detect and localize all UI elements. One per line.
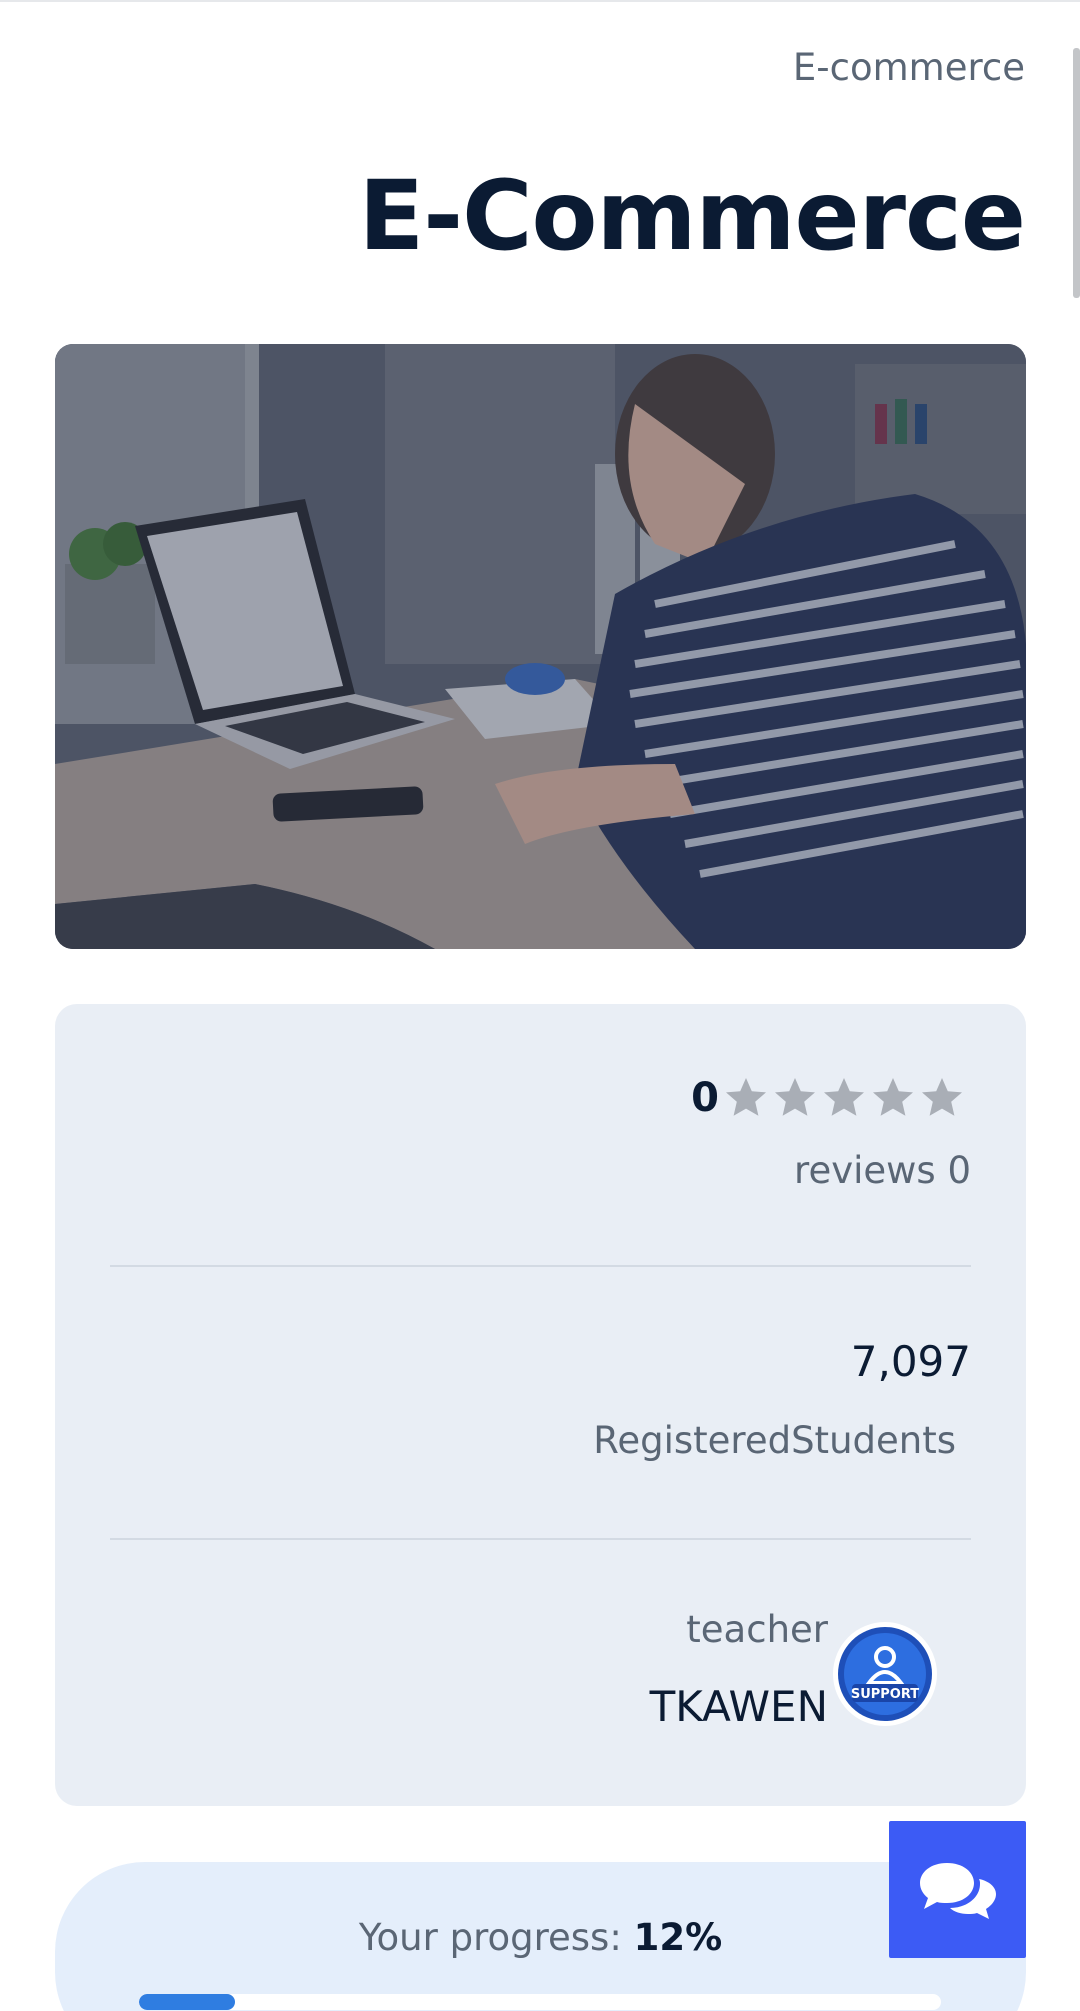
- progress-label: Your progress:: [358, 1916, 622, 1959]
- star-icon[interactable]: [869, 1074, 917, 1122]
- course-stats-card: 0 reviews 0 7,097 RegisteredStudents tea…: [55, 1004, 1026, 1806]
- hero-image: [55, 344, 1026, 949]
- progress-bar: [139, 1994, 941, 2010]
- rating-row: 0: [691, 1074, 966, 1122]
- progress-value: 12%: [633, 1916, 723, 1959]
- star-icon[interactable]: [771, 1074, 819, 1122]
- teacher-label: teacher: [686, 1608, 828, 1651]
- top-border: [0, 0, 1080, 2]
- star-icon[interactable]: [918, 1074, 966, 1122]
- star-icon[interactable]: [722, 1074, 770, 1122]
- breadcrumb[interactable]: E-commerce: [793, 46, 1025, 89]
- chat-bubbles-icon: [919, 1862, 996, 1919]
- teacher-avatar[interactable]: SUPPORT: [832, 1621, 938, 1727]
- progress-card: Your progress: 12%: [55, 1862, 1026, 2011]
- students-count: 7,097: [850, 1337, 971, 1386]
- page-title: E-Commerce: [358, 160, 1026, 272]
- scrollbar-thumb[interactable]: [1073, 48, 1080, 298]
- students-label: RegisteredStudents: [593, 1419, 956, 1462]
- progress-text: Your progress: 12%: [55, 1916, 1026, 1959]
- rating-value: 0: [691, 1075, 719, 1121]
- chat-button[interactable]: [889, 1821, 1026, 1958]
- reviews-count[interactable]: reviews 0: [794, 1149, 971, 1192]
- divider: [110, 1538, 971, 1540]
- star-icon[interactable]: [820, 1074, 868, 1122]
- teacher-name[interactable]: TKAWEN: [650, 1682, 828, 1731]
- progress-bar-fill: [139, 1994, 236, 2010]
- hero-illustration: [55, 344, 1026, 949]
- divider: [110, 1265, 971, 1267]
- avatar-text: SUPPORT: [851, 1687, 919, 1702]
